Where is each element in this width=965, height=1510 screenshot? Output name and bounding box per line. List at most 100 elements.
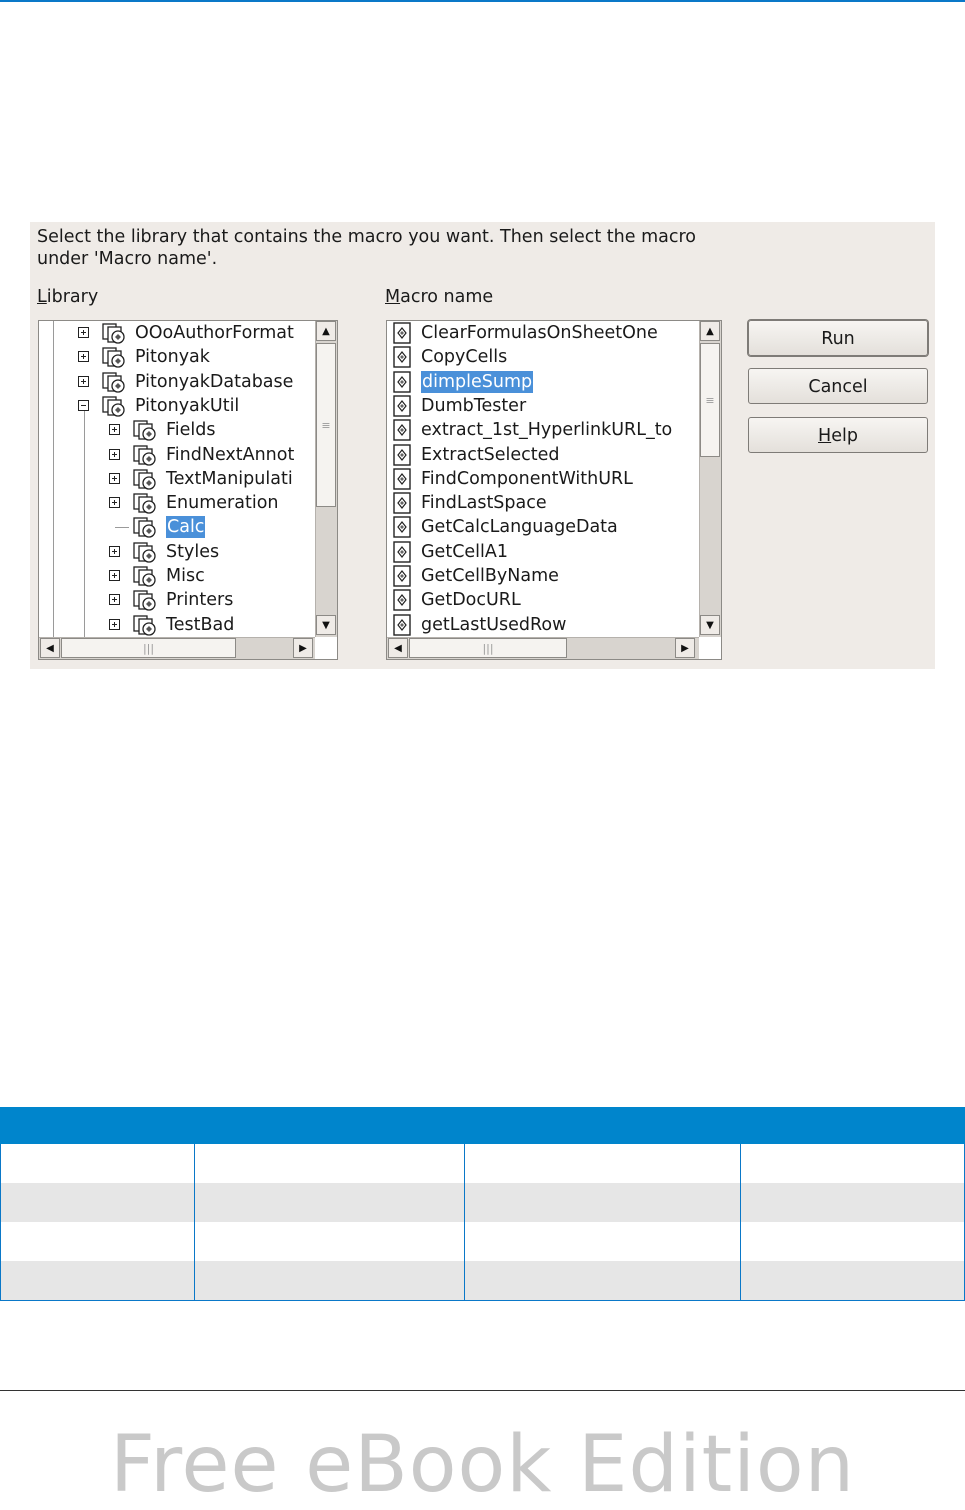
library-icon	[133, 614, 159, 637]
library-vertical-scrollbar[interactable]: ▲ ≡ ▼	[315, 321, 337, 637]
library-item-label: PitonyakDatabase	[135, 371, 294, 392]
macro-list-item[interactable]: ExtractSelected	[387, 443, 699, 467]
library-label: Library	[37, 287, 99, 307]
library-item-label: Styles	[166, 541, 220, 562]
macro-list-item[interactable]: dimpleSump	[387, 370, 699, 394]
expand-plus-icon[interactable]	[78, 351, 89, 363]
expand-plus-icon[interactable]	[109, 448, 120, 460]
library-item-label: TextManipulati	[166, 468, 293, 489]
table-header	[0, 1107, 965, 1144]
library-icon	[133, 493, 159, 515]
library-tree-item[interactable]: OOoAuthorFormat	[39, 321, 315, 345]
expand-plus-icon[interactable]	[109, 618, 120, 630]
macro-item-label: DumbTester	[421, 395, 527, 416]
macro-list-item[interactable]: FindLastSpace	[387, 491, 699, 515]
library-tree-item[interactable]: Calc	[39, 515, 315, 539]
macro-item-label: GetDocURL	[421, 590, 521, 611]
library-icon	[133, 444, 159, 467]
expand-plus-icon[interactable]	[78, 375, 89, 387]
macro-list-item[interactable]: DumbTester	[387, 394, 699, 418]
scrollbar-thumb[interactable]: |||	[61, 638, 236, 658]
library-tree-item[interactable]: TextManipulati	[39, 467, 315, 491]
library-item-label: PitonyakUtil	[135, 395, 240, 416]
library-tree-item[interactable]: PitonyakUtil	[39, 394, 315, 418]
library-tree-item[interactable]: TestBad	[39, 613, 315, 637]
library-icon	[133, 542, 159, 564]
library-icon	[133, 420, 159, 442]
macro-list-item[interactable]: GetCalcLanguageData	[387, 515, 699, 539]
library-icon	[102, 396, 128, 418]
scroll-left-arrow-icon[interactable]: ◀	[40, 638, 60, 658]
table-row	[0, 1222, 965, 1261]
scroll-left-arrow-icon[interactable]: ◀	[388, 638, 408, 658]
top-rule	[0, 0, 965, 2]
scroll-right-arrow-icon[interactable]: ▶	[293, 638, 313, 658]
table-row	[0, 1183, 965, 1222]
macro-item-label: GetCellA1	[421, 541, 509, 562]
library-tree-item[interactable]: Styles	[39, 540, 315, 564]
library-icon	[133, 517, 159, 539]
library-tree-item[interactable]: Enumeration	[39, 491, 315, 515]
macro-icon	[392, 589, 412, 611]
expand-plus-icon[interactable]	[109, 424, 120, 436]
expand-plus-icon[interactable]	[109, 497, 120, 509]
cancel-button[interactable]: Cancel	[748, 368, 928, 404]
table-row	[0, 1261, 965, 1300]
library-tree[interactable]: OOoAuthorFormat Pitonyak PitonyakDatabase P…	[38, 320, 338, 660]
scroll-right-arrow-icon[interactable]: ▶	[675, 638, 695, 658]
macro-vertical-scrollbar[interactable]: ▲ ≡ ▼	[699, 321, 721, 637]
library-item-label: Fields	[166, 420, 216, 441]
library-item-label: TestBad	[166, 614, 235, 635]
macro-horizontal-scrollbar[interactable]: ◀ ||| ▶	[387, 637, 699, 659]
macro-list-item[interactable]: FindComponentWithURL	[387, 467, 699, 491]
scroll-up-arrow-icon[interactable]: ▲	[700, 321, 720, 341]
library-icon	[102, 323, 128, 345]
macro-item-label: extract_1st_HyperlinkURL_to	[421, 420, 673, 441]
library-horizontal-scrollbar[interactable]: ◀ ||| ▶	[39, 637, 315, 659]
library-item-label: Misc	[166, 566, 205, 586]
macro-list-item[interactable]: GetDocURL	[387, 588, 699, 612]
help-button[interactable]: Help	[748, 417, 928, 453]
run-button[interactable]: Run	[748, 320, 928, 356]
expand-plus-icon[interactable]	[109, 594, 120, 606]
macro-item-label: FindLastSpace	[421, 493, 547, 514]
library-tree-item[interactable]: Pitonyak	[39, 345, 315, 369]
scrollbar-thumb[interactable]: ≡	[316, 343, 336, 507]
table-bottom-border	[0, 1300, 965, 1301]
library-tree-item[interactable]: Fields	[39, 418, 315, 442]
expand-plus-icon[interactable]	[109, 570, 120, 581]
expand-plus-icon[interactable]	[78, 327, 89, 338]
macro-list-item[interactable]: getLastUsedRow	[387, 613, 699, 637]
macro-name-label: Macro name	[385, 287, 494, 307]
macro-list-item[interactable]: GetCellA1	[387, 540, 699, 564]
macro-list-item[interactable]: extract_1st_HyperlinkURL_to	[387, 418, 699, 442]
macro-item-label: FindComponentWithURL	[421, 468, 633, 489]
macro-list-item[interactable]: GetCellByName	[387, 564, 699, 588]
macro-icon	[392, 540, 412, 563]
macro-icon	[392, 516, 412, 539]
macro-name-list[interactable]: ClearFormulasOnSheetOne CopyCells dimpleSu…	[386, 320, 722, 660]
macro-item-label: ExtractSelected	[421, 444, 560, 465]
macro-icon	[392, 492, 412, 514]
library-icon	[133, 590, 159, 612]
expand-plus-icon[interactable]	[109, 545, 120, 557]
scrollbar-thumb[interactable]: |||	[409, 638, 567, 658]
collapse-minus-icon[interactable]	[78, 399, 89, 411]
scrollbar-thumb[interactable]: ≡	[700, 343, 720, 457]
library-icon	[102, 371, 128, 394]
library-tree-item[interactable]: Misc	[39, 564, 315, 588]
scroll-down-arrow-icon[interactable]: ▼	[316, 615, 336, 635]
library-item-label: FindNextAnnot	[166, 444, 295, 465]
library-tree-item[interactable]: PitonyakDatabase	[39, 370, 315, 394]
library-tree-item[interactable]: Printers	[39, 588, 315, 612]
library-item-label: OOoAuthorFormat	[135, 323, 294, 343]
macro-list-item[interactable]: ClearFormulasOnSheetOne	[387, 321, 699, 345]
macro-item-label: dimpleSump	[421, 370, 534, 393]
macro-item-label: GetCalcLanguageData	[421, 517, 618, 538]
macro-list-item[interactable]: CopyCells	[387, 345, 699, 369]
scroll-down-arrow-icon[interactable]: ▼	[700, 615, 720, 635]
expand-plus-icon[interactable]	[109, 472, 120, 484]
library-tree-item[interactable]: FindNextAnnot	[39, 443, 315, 467]
scroll-up-arrow-icon[interactable]: ▲	[316, 321, 336, 341]
macro-icon	[392, 443, 412, 466]
